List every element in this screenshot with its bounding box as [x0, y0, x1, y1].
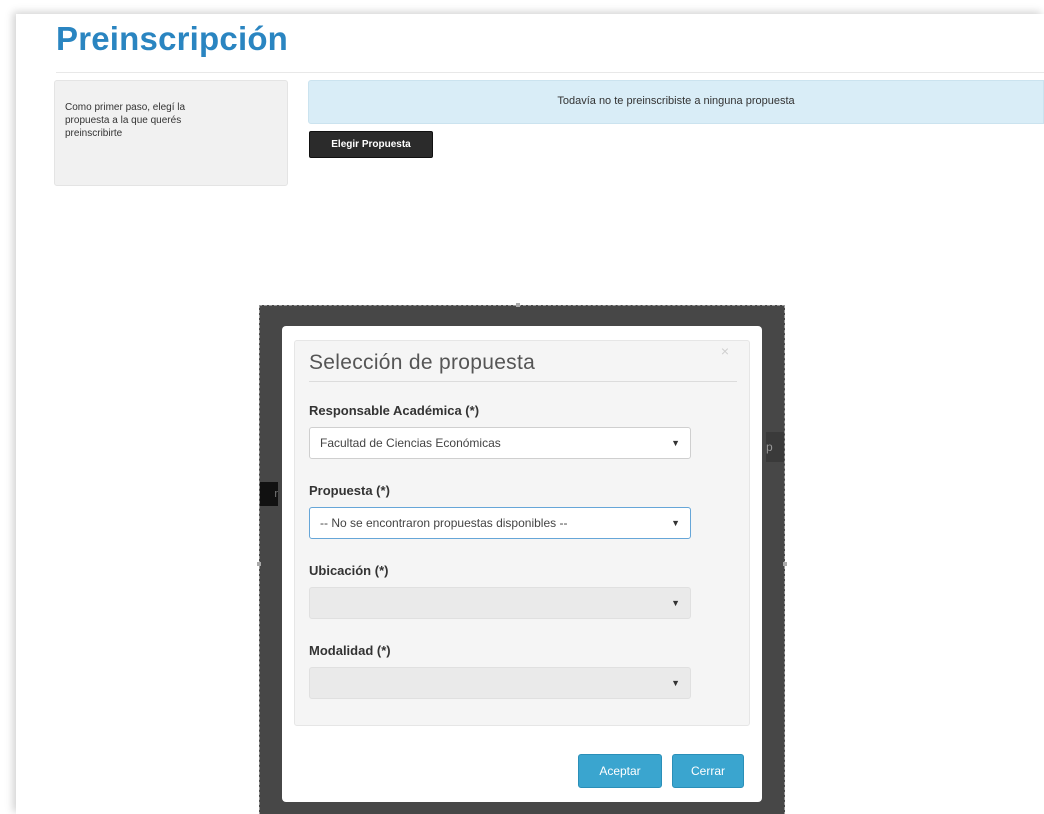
dialog-title-divider — [309, 381, 737, 382]
close-icon[interactable]: × — [721, 343, 729, 359]
alert-text: Todavía no te preinscribiste a ninguna p… — [557, 95, 795, 107]
chevron-down-icon: ▼ — [671, 678, 680, 688]
instructions-panel: Como primer paso, elegí la propuesta a l… — [54, 80, 288, 186]
resize-handle-top[interactable] — [516, 303, 520, 307]
modalidad-label: Modalidad (*) — [309, 643, 391, 658]
dialog-title: Selección de propuesta — [309, 351, 536, 374]
chevron-down-icon: ▼ — [671, 518, 680, 528]
title-divider — [56, 72, 1044, 73]
background-peek-right: p — [766, 432, 784, 462]
background-peek-left: r — [260, 482, 278, 506]
info-alert: Todavía no te preinscribiste a ninguna p… — [308, 80, 1044, 124]
propuesta-label: Propuesta (*) — [309, 483, 390, 498]
page-frame: Preinscripción Como primer paso, elegí l… — [16, 14, 1044, 814]
chevron-down-icon: ▼ — [671, 438, 680, 448]
form-well: × Selección de propuesta Responsable Aca… — [294, 340, 750, 726]
seleccion-propuesta-dialog: × Selección de propuesta Responsable Aca… — [282, 326, 762, 802]
modalidad-select[interactable]: ▼ — [309, 667, 691, 699]
responsable-academica-value: Facultad de Ciencias Económicas — [320, 436, 501, 450]
ubicacion-select[interactable]: ▼ — [309, 587, 691, 619]
chevron-down-icon: ▼ — [671, 598, 680, 608]
resize-handle-left[interactable] — [257, 562, 261, 566]
elegir-propuesta-button[interactable]: Elegir Propuesta — [309, 131, 433, 158]
modal-overlay: r p × Selección de propuesta Responsable… — [257, 303, 787, 814]
instructions-text: Como primer paso, elegí la propuesta a l… — [65, 102, 186, 139]
propuesta-value: -- No se encontraron propuestas disponib… — [320, 516, 568, 530]
cerrar-button[interactable]: Cerrar — [672, 754, 744, 788]
responsable-academica-select[interactable]: Facultad de Ciencias Económicas ▼ — [309, 427, 691, 459]
ubicacion-label: Ubicación (*) — [309, 563, 389, 578]
propuesta-select[interactable]: -- No se encontraron propuestas disponib… — [309, 507, 691, 539]
aceptar-button[interactable]: Aceptar — [578, 754, 662, 788]
resize-handle-right[interactable] — [783, 562, 787, 566]
page-title: Preinscripción — [56, 20, 289, 57]
responsable-academica-label: Responsable Académica (*) — [309, 403, 480, 418]
